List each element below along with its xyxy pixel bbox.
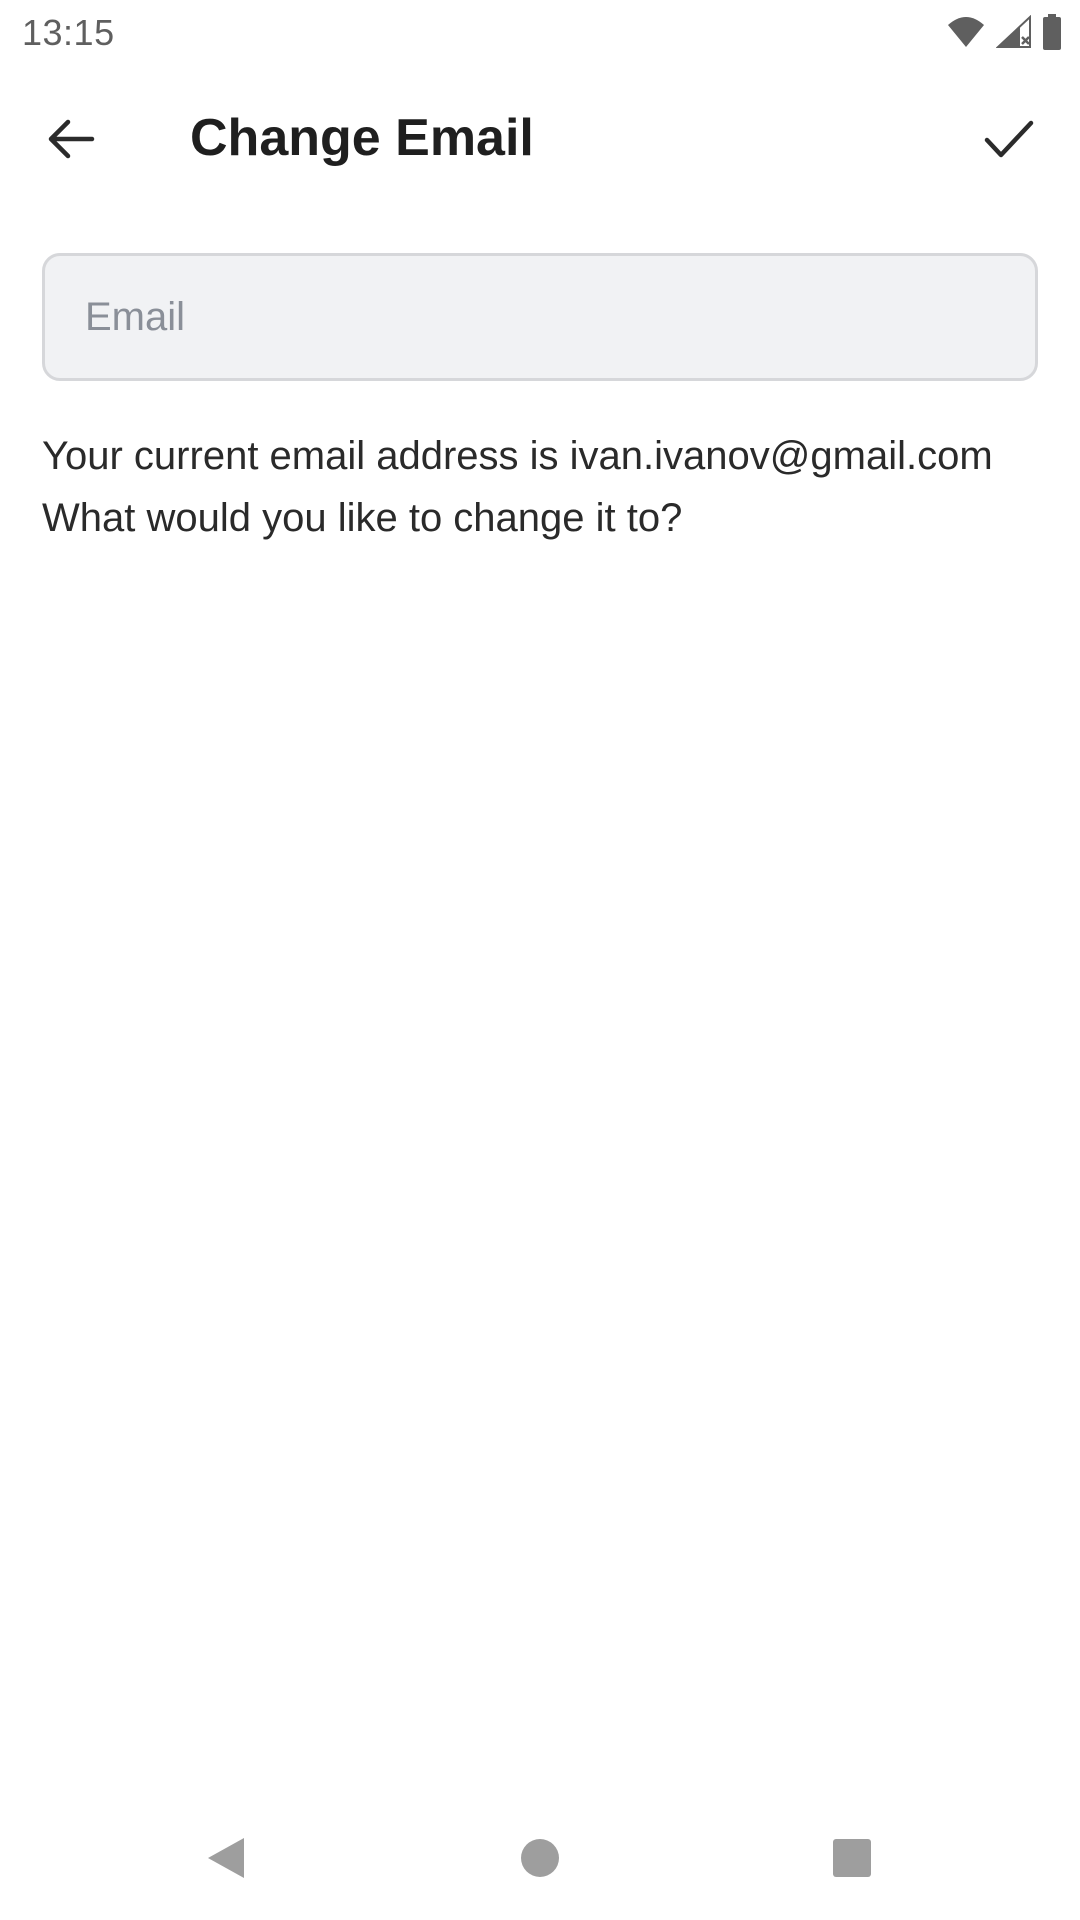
save-button[interactable] [968,100,1050,182]
arrow-left-icon [46,117,96,166]
page-title: Change Email [190,109,534,167]
signal-icon [996,15,1032,49]
status-icons [946,14,1062,50]
email-field[interactable] [42,253,1038,381]
current-email-description: Your current email address is ivan.ivano… [42,434,993,540]
status-bar: 13:15 [0,0,1080,64]
nav-back-icon [204,1834,248,1887]
wifi-icon [946,15,986,49]
nav-recents-icon [831,1837,873,1884]
status-time: 13:15 [22,12,115,53]
back-button[interactable] [30,100,112,182]
nav-home-icon [519,1837,561,1884]
check-icon [983,118,1035,165]
nav-home-button[interactable] [500,1820,580,1900]
nav-back-button[interactable] [186,1820,266,1900]
email-field-container [42,253,1038,381]
battery-icon [1042,14,1062,50]
app-bar: Change Email [0,80,1080,200]
navigation-bar [0,1790,1080,1920]
nav-recents-button[interactable] [812,1820,892,1900]
